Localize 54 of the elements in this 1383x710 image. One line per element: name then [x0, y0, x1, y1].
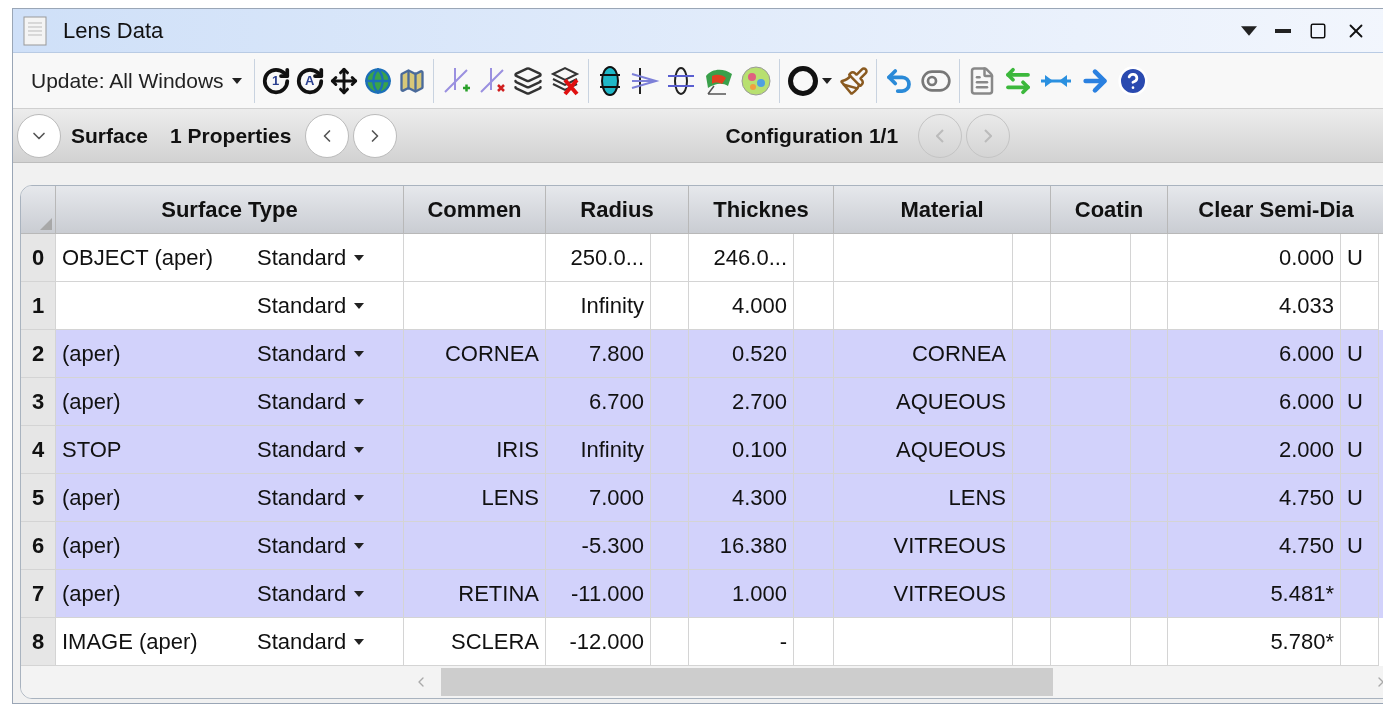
- row-number: 3: [21, 378, 56, 426]
- caret-icon: [354, 590, 365, 597]
- caret-icon: [354, 542, 365, 549]
- table-row[interactable]: 8 IMAGE (aper) Standard SCLERA -12.000 - 5.780*: [21, 618, 1383, 666]
- type-dropdown[interactable]: Standard: [257, 577, 347, 610]
- caret-icon: [354, 254, 365, 261]
- chevron-right-icon: [984, 128, 993, 143]
- type-dropdown[interactable]: Standard: [257, 529, 347, 562]
- table-row[interactable]: 0 OBJECT (aper) Standard 250.0... 246.0... 0.000 U: [21, 234, 1383, 282]
- type-dropdown[interactable]: Standard: [257, 625, 347, 658]
- row-number: 2: [21, 330, 56, 378]
- caret-icon: [354, 638, 365, 645]
- type-dropdown[interactable]: Standard: [257, 433, 347, 466]
- dropdown-button[interactable]: [1241, 25, 1257, 36]
- row-number: 5: [21, 474, 56, 522]
- caret-icon: [354, 446, 365, 453]
- properties-label: 1 Properties: [170, 122, 292, 149]
- table-row[interactable]: 7 (aper) Standard RETINA -11.000 1.000 VITREOUS 5.481*: [21, 570, 1383, 618]
- type-dropdown[interactable]: Standard: [257, 385, 347, 418]
- scrollbar-thumb[interactable]: [441, 668, 1053, 696]
- type-dropdown[interactable]: Standard: [257, 289, 347, 322]
- caret-icon: [354, 302, 365, 309]
- row-number: 6: [21, 522, 56, 570]
- caret-icon: [821, 77, 832, 84]
- table-row[interactable]: 5 (aper) Standard LENS 7.000 4.300 LENS 4.750 U: [21, 474, 1383, 522]
- row-number: 1: [21, 282, 56, 330]
- row-number: 7: [21, 570, 56, 618]
- table-row[interactable]: 6 (aper) Standard -5.300 16.380 VITREOUS 4.750 U: [21, 522, 1383, 570]
- row-number: 8: [21, 618, 56, 666]
- window-title: Lens Data: [63, 17, 164, 45]
- horizontal-scrollbar[interactable]: [21, 666, 1383, 698]
- table-row[interactable]: 3 (aper) Standard 6.700 2.700 AQUEOUS 6.000 U: [21, 378, 1383, 426]
- type-dropdown[interactable]: Standard: [257, 241, 347, 274]
- row-number: 0: [21, 234, 56, 282]
- corner-triangle-icon: [40, 218, 52, 230]
- minimize-button[interactable]: [1275, 28, 1291, 33]
- chevron-left-icon: [936, 128, 945, 143]
- caret-icon: [231, 77, 242, 84]
- caret-icon: [354, 398, 365, 405]
- table-row[interactable]: 4 STOP Standard IRIS Infinity 0.100 AQUEOUS 2.000 U: [21, 426, 1383, 474]
- surface-label: Surface: [71, 122, 149, 149]
- configuration-label: Configuration 1/1: [725, 122, 899, 149]
- type-dropdown[interactable]: Standard: [257, 337, 347, 370]
- document-icon: [23, 15, 47, 46]
- maximize-button[interactable]: [1309, 21, 1327, 40]
- update-dropdown[interactable]: Update: All Windows: [31, 64, 242, 97]
- caret-icon: [354, 494, 365, 501]
- caret-icon: [354, 350, 365, 357]
- row-number: 4: [21, 426, 56, 474]
- minimize-icon: [1275, 28, 1291, 33]
- caret-icon: [1241, 25, 1257, 36]
- type-dropdown[interactable]: Standard: [257, 481, 347, 514]
- table-row[interactable]: 2 (aper) Standard CORNEA 7.800 0.520 CORNEA 6.000 U: [21, 330, 1383, 378]
- table-row[interactable]: 1 Standard Infinity 4.000 4.033: [21, 282, 1383, 330]
